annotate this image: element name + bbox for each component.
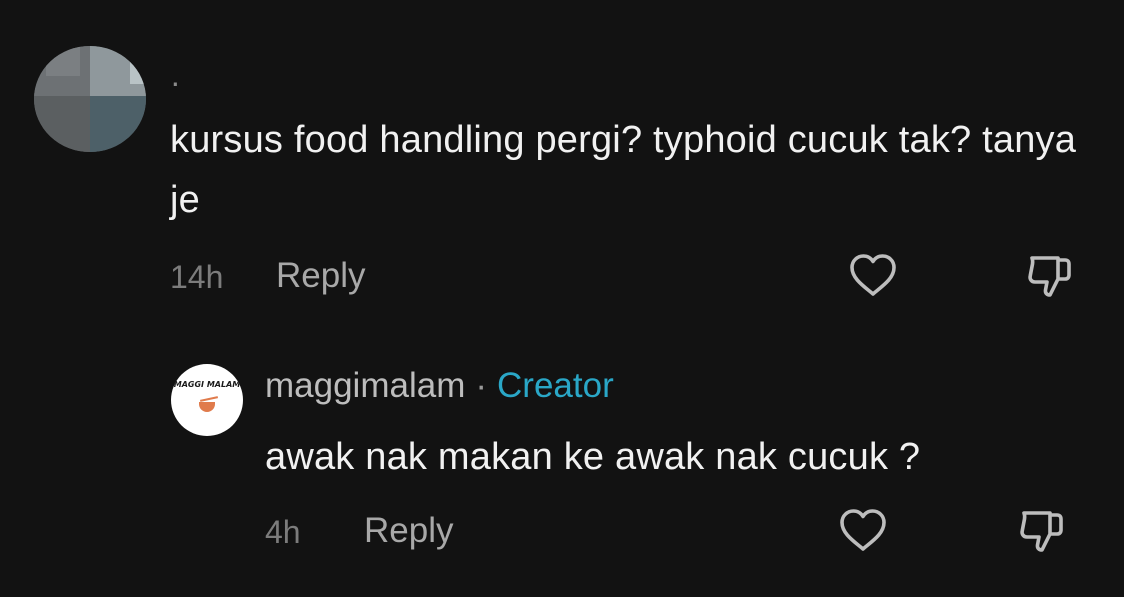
avatar-blur-block	[46, 46, 80, 76]
heart-outline-icon	[840, 509, 886, 551]
comment-thread: · kursus food handling pergi? typhoid cu…	[0, 0, 1124, 597]
reply-header: maggimalam · Creator	[265, 366, 614, 406]
reply-button[interactable]: Reply	[364, 511, 453, 551]
separator-dot: ·	[475, 366, 488, 405]
dislike-button[interactable]	[1012, 503, 1068, 559]
like-button[interactable]	[845, 248, 901, 304]
avatar-blur-block	[130, 54, 146, 84]
reply-timestamp: 4h	[265, 514, 301, 550]
heart-outline-icon	[850, 254, 896, 296]
avatar-blur-block	[34, 96, 90, 152]
reply-button[interactable]: Reply	[276, 256, 365, 296]
thumbs-down-icon	[1028, 256, 1071, 297]
avatar[interactable]	[34, 46, 146, 152]
comment-text: kursus food handling pergi? typhoid cucu…	[170, 119, 1077, 221]
reply-text: awak nak makan ke awak nak cucuk ?	[265, 436, 921, 478]
reply-username[interactable]: maggimalam	[265, 366, 465, 405]
chopstick-graphic	[199, 396, 219, 402]
noodle-bowl-icon	[199, 402, 215, 412]
creator-avatar[interactable]: MAGGI MALAM	[171, 364, 243, 436]
thumbs-down-icon	[1020, 511, 1063, 552]
creator-badge: Creator	[497, 366, 614, 405]
avatar-logo-text: MAGGI MALAM	[173, 380, 241, 389]
comment-timestamp: 14h	[170, 259, 224, 295]
dislike-button[interactable]	[1020, 248, 1076, 304]
like-button[interactable]	[835, 503, 891, 559]
avatar-blur-block	[90, 96, 146, 152]
comment-username[interactable]: ·	[170, 62, 181, 102]
